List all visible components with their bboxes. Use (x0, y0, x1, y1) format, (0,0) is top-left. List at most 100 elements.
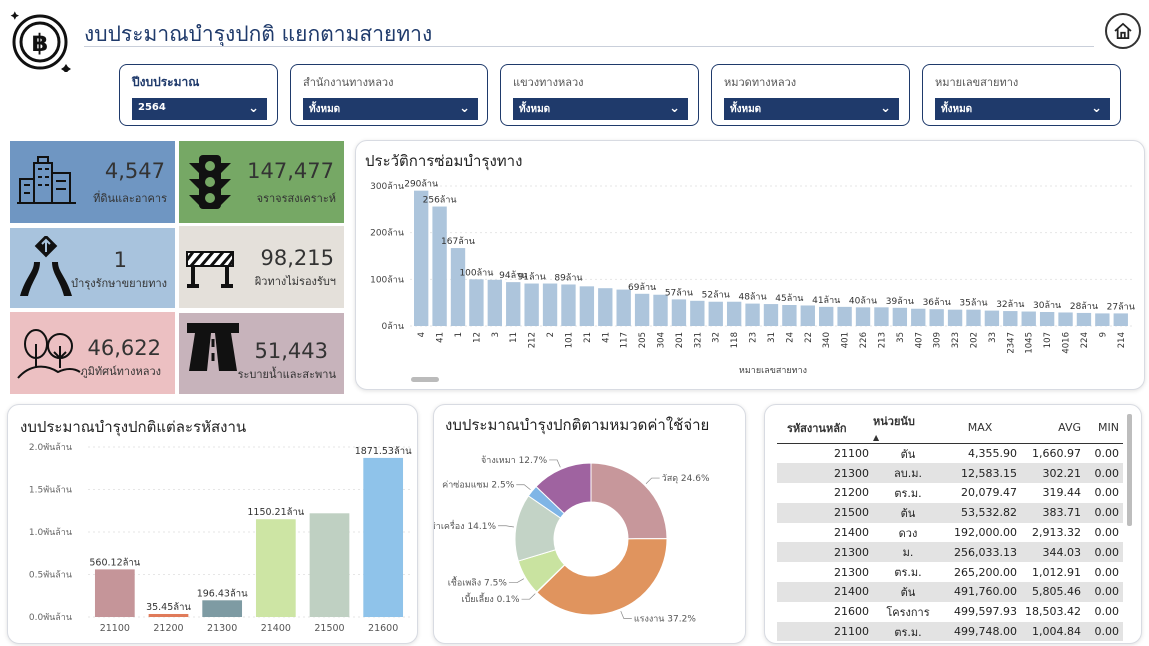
cell-avg: 18,503.42 (1025, 605, 1081, 619)
cell-max: 20,079.47 (961, 486, 1017, 500)
slicer-dropdown-highway-district[interactable]: ทั้งหมด ⌄ (513, 98, 688, 120)
slicer-value: 2564 (138, 102, 166, 113)
x-tick-label: 1 (454, 332, 464, 337)
y-tick-label: 0ล้าน (382, 321, 404, 332)
cell-min: 0.00 (1094, 565, 1120, 579)
bridge-road-icon (187, 323, 239, 371)
slicer-dropdown-route-number[interactable]: ทั้งหมด ⌄ (935, 98, 1110, 120)
x-tick-label: 118 (730, 332, 740, 348)
table-row[interactable]: 21300 ตร.ม. 265,200.00 1,012.91 0.00 (777, 562, 1123, 582)
bar (690, 300, 705, 326)
table-row[interactable]: 21400 ต้น 491,760.00 5,805.46 0.00 (777, 582, 1123, 602)
bar (1039, 312, 1055, 326)
table-row[interactable]: 21300 ลบ.ม. 12,583.15 302.21 0.00 (777, 463, 1123, 484)
kpi-traffic[interactable]: 147,477 จราจรสงเคราะห์ (179, 141, 344, 223)
x-axis-title: หมายเลขสายทาง (739, 366, 807, 376)
x-tick-label: 2 (546, 332, 556, 337)
x-tick-label: 2347 (1006, 332, 1016, 354)
kpi-value: 51,443 (254, 339, 328, 363)
title-divider (84, 46, 1094, 47)
table-row[interactable]: 21300 ม. 256,033.13 344.03 0.00 (777, 542, 1123, 563)
cell-main-code: 21300 (834, 565, 869, 579)
x-tick-label: 21100 (100, 623, 130, 634)
data-label: 57ล้าน (665, 287, 693, 298)
chevron-down-icon: ⌄ (248, 101, 259, 116)
column-header-min[interactable]: MIN (1085, 412, 1123, 444)
x-tick-label: 340 (822, 332, 832, 348)
cell-unit: โครงการ (886, 605, 930, 619)
y-tick-label: 1.5พันล้าน (29, 485, 72, 496)
kpi-road-widening[interactable]: 1 บำรุงรักษาขยายทาง (10, 228, 175, 308)
slicer-label: ปีงบประมาณ (132, 75, 200, 89)
kpi-landscape[interactable]: 46,622 ภูมิทัศน์ทางหลวง (10, 312, 175, 394)
cell-max: 4,355.90 (968, 447, 1017, 461)
cell-min: 0.00 (1094, 447, 1120, 461)
table-row[interactable]: 21200 ตร.ม. 20,079.47 319.44 0.00 (777, 483, 1123, 503)
x-tick-label: 117 (620, 332, 630, 348)
y-tick-label: 300ล้าน (370, 181, 404, 192)
column-header-max[interactable]: MAX (943, 412, 1021, 444)
y-tick-label: 0.0พันล้าน (29, 612, 72, 623)
data-label: เบี้ยเลี้ยง 0.1% (462, 592, 520, 605)
x-tick-label: 23 (749, 332, 759, 343)
bar (94, 569, 135, 617)
leader-line (645, 477, 660, 484)
cell-main-code: 21100 (777, 621, 873, 642)
data-label: 100ล้าน (459, 267, 493, 278)
x-tick-label: 4 (417, 332, 427, 337)
slicer-dropdown-fiscal-year[interactable]: 2564 ⌄ (132, 98, 267, 120)
data-label: 35ล้าน (959, 298, 987, 309)
bar (542, 283, 558, 326)
kpi-label: บำรุงรักษาขยายทาง (71, 277, 167, 290)
cell-unit: ม. (873, 542, 943, 563)
table-row[interactable]: 21100 ตัน 4,355.90 1,660.97 0.00 (777, 444, 1123, 464)
bar (1021, 311, 1036, 326)
cell-avg: 383.71 (1021, 502, 1085, 523)
data-label: 290ล้าน (404, 179, 438, 190)
data-label: 27ล้าน (1107, 301, 1135, 312)
cell-avg: 5,805.46 (1021, 582, 1085, 602)
table-row[interactable]: 21100 ตร.ม. 499,748.00 1,004.84 0.00 (777, 621, 1123, 642)
x-tick-label: 202 (969, 332, 979, 348)
kpi-drainage-bridges[interactable]: 51,443 ระบายน้ำและสะพาน (179, 313, 344, 394)
cell-max: 499,748.00 (943, 621, 1021, 642)
x-tick-label: 205 (638, 332, 648, 348)
column-header-unit[interactable]: หน่วยนับ ▲ (873, 412, 943, 444)
data-label: 69ล้าน (628, 282, 656, 293)
column-header-avg[interactable]: AVG (1021, 412, 1085, 444)
baht-coin-icon: ฿ (10, 11, 71, 72)
table-row[interactable]: 21400 ดวง 192,000.00 2,913.32 0.00 (777, 523, 1123, 543)
kpi-unsupported-surface[interactable]: 98,215 ผิวทางไม่รองรับฯ (179, 226, 344, 308)
vertical-scrollbar[interactable] (1127, 414, 1132, 526)
bar (363, 457, 404, 617)
slicer-dropdown-highway-office[interactable]: ทั้งหมด ⌄ (303, 98, 478, 120)
cell-min: 0.00 (1094, 486, 1120, 500)
cell-max: 12,583.15 (943, 463, 1021, 484)
horizontal-scrollbar[interactable] (411, 377, 439, 382)
kpi-land-buildings[interactable]: 4,547 ที่ดินและอาคาร (10, 141, 175, 223)
x-tick-label: 226 (859, 332, 869, 348)
column-header-main-code[interactable]: รหัสงานหลัก (777, 412, 873, 444)
cell-unit: ต้น (873, 502, 943, 523)
bar (855, 307, 871, 326)
table-row[interactable]: 21600 โครงการ 499,597.93 18,503.42 0.00 (777, 602, 1123, 622)
data-label: 196.43ล้าน (197, 588, 248, 599)
slicer-dropdown-highway-section[interactable]: ทั้งหมด ⌄ (724, 98, 899, 120)
kpi-value: 46,622 (87, 336, 161, 360)
x-tick-label: 1045 (1025, 332, 1035, 354)
slicer-value: ทั้งหมด (309, 104, 341, 115)
x-tick-label: 21 (583, 332, 593, 343)
column-header-label: หน่วยนับ (873, 415, 915, 428)
data-label: 28ล้าน (1070, 301, 1098, 312)
cell-max: 256,033.13 (943, 542, 1021, 563)
x-tick-label: 323 (951, 332, 961, 348)
cell-max: 192,000.00 (954, 526, 1017, 540)
slicer-highway-district: แขวงทางหลวง ทั้งหมด ⌄ (500, 64, 699, 126)
cell-main-code: 21400 (834, 526, 869, 540)
table-row[interactable]: 21500 ต้น 53,532.82 383.71 0.00 (777, 502, 1123, 523)
data-label: เช่าเครื่อง 14.1% (434, 519, 496, 532)
home-icon[interactable] (1105, 13, 1141, 49)
data-label: 35.45ล้าน (146, 602, 191, 613)
city-buildings-icon (17, 156, 76, 204)
cell-max: 491,760.00 (943, 582, 1021, 602)
